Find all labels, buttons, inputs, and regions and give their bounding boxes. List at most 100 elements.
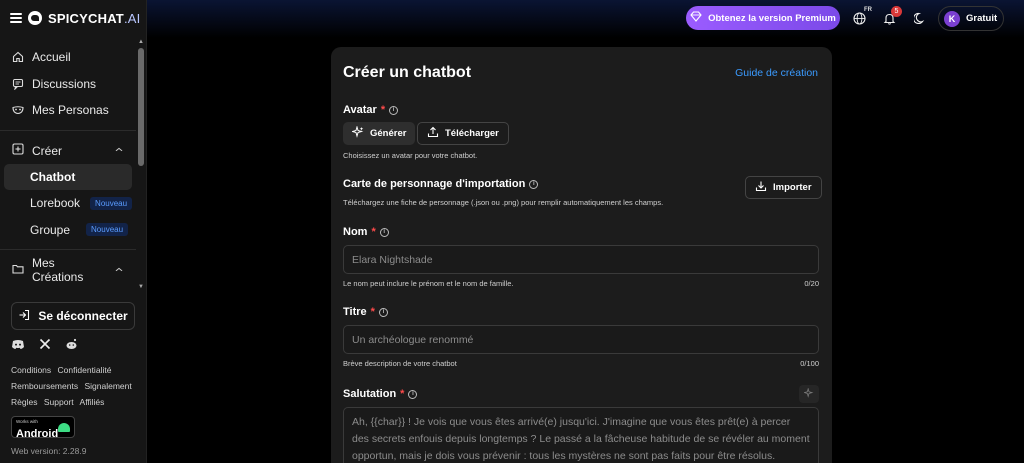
divider: [0, 129, 136, 131]
name-label: Nom * i: [343, 226, 389, 238]
logout-label: Se déconnecter: [38, 309, 128, 323]
sidebar-group-creer[interactable]: Créer: [0, 138, 136, 164]
chevron-up-icon: [114, 146, 124, 155]
social-links: [11, 338, 78, 353]
sidebar-item-accueil[interactable]: Accueil: [0, 44, 136, 71]
avatar-help: Choisissez un avatar pour votre chatbot.: [343, 151, 478, 160]
chat-icon: [12, 78, 24, 90]
plus-square-icon: [12, 143, 24, 158]
info-icon[interactable]: i: [389, 105, 399, 115]
title-counter: 0/100: [800, 359, 819, 368]
generate-label: Générer: [370, 128, 407, 139]
title-input[interactable]: Un archéologue renommé: [343, 325, 819, 354]
footer-links: Conditions Confidentialité Remboursement…: [11, 362, 141, 410]
sidebar-group-creations[interactable]: Mes Créations: [0, 256, 136, 284]
title-help: Brève description de votre chatbot: [343, 359, 457, 368]
upload-avatar-button[interactable]: Télécharger: [417, 122, 509, 145]
new-badge: Nouveau: [86, 223, 129, 237]
sidebar-item-label: Lorebook: [30, 196, 81, 211]
moon-icon[interactable]: [913, 11, 927, 25]
sidebar-group-label: Créer: [32, 143, 63, 158]
sidebar-item-chatbot[interactable]: Chatbot: [4, 163, 132, 190]
info-icon[interactable]: i: [529, 179, 539, 189]
account-button[interactable]: K Gratuit: [938, 6, 1004, 31]
brand-name[interactable]: SPICYCHAT.AI: [48, 11, 140, 26]
discord-icon[interactable]: [11, 339, 25, 353]
logout-button[interactable]: Se déconnecter: [11, 302, 135, 330]
link-confidentialite[interactable]: Confidentialité: [58, 365, 112, 375]
android-icon: [58, 423, 70, 432]
import-label: Carte de personnage d'importation i: [343, 178, 539, 190]
sparkle-icon: [350, 125, 364, 141]
upload-icon: [427, 126, 439, 141]
scroll-down-icon[interactable]: ▼: [138, 284, 144, 290]
premium-label: Obtenez la version Premium: [708, 12, 836, 24]
info-icon[interactable]: i: [379, 227, 389, 237]
chevron-up-icon: [114, 265, 124, 274]
mask-icon: [12, 104, 24, 116]
divider: [0, 249, 136, 250]
sidebar-item-label: Groupe: [30, 222, 71, 237]
android-badge[interactable]: Works with Android: [11, 416, 75, 440]
new-badge: Nouveau: [90, 196, 133, 210]
account-plan-label: Gratuit: [966, 13, 998, 24]
required-marker: *: [370, 306, 375, 318]
notification-badge: 5: [891, 6, 902, 17]
name-counter: 0/20: [804, 279, 819, 288]
name-help: Le nom peut inclure le prénom et le nom …: [343, 279, 514, 288]
diamond-icon: [690, 11, 702, 25]
sidebar-item-label: Accueil: [32, 50, 71, 65]
link-signalement[interactable]: Signalement: [84, 381, 131, 391]
avatar-label: Avatar * i: [343, 104, 399, 116]
language-code: FR: [864, 7, 872, 13]
link-affilies[interactable]: Affiliés: [80, 397, 105, 407]
info-icon[interactable]: i: [378, 307, 388, 317]
sidebar-item-label: Chatbot: [30, 169, 76, 184]
home-icon: [12, 51, 24, 63]
sidebar-item-label: Mes Personas: [32, 103, 109, 118]
download-icon: [755, 180, 767, 195]
required-marker: *: [371, 226, 376, 238]
sidebar-item-groupe[interactable]: Groupe Nouveau: [0, 217, 136, 244]
link-support[interactable]: Support: [44, 397, 74, 407]
logo-icon: [28, 11, 42, 25]
x-icon[interactable]: [39, 338, 51, 353]
import-help: Téléchargez une fiche de personnage (.js…: [343, 198, 664, 207]
link-conditions[interactable]: Conditions: [11, 365, 51, 375]
sidebar-nav: Accueil Discussions Mes Personas Créer C…: [0, 44, 136, 284]
generate-avatar-button[interactable]: Générer: [343, 122, 416, 145]
sidebar-group-label: Mes Créations: [32, 256, 84, 284]
name-input[interactable]: Elara Nightshade: [343, 245, 819, 274]
required-marker: *: [380, 104, 386, 116]
generate-greeting-button[interactable]: [799, 385, 819, 403]
folder-icon: [12, 263, 24, 278]
greeting-textarea[interactable]: Ah, {{char}} ! Je vois que vous êtes arr…: [343, 407, 819, 463]
link-remboursements[interactable]: Remboursements: [11, 381, 78, 391]
info-icon[interactable]: i: [408, 389, 418, 399]
sidebar-item-personas[interactable]: Mes Personas: [0, 97, 136, 124]
premium-button[interactable]: Obtenez la version Premium: [686, 6, 840, 30]
page-title: Créer un chatbot: [343, 64, 472, 81]
sparkle-icon: [802, 385, 814, 403]
title-label: Titre * i: [343, 306, 388, 318]
sidebar-item-label: Discussions: [32, 76, 97, 91]
scroll-up-icon[interactable]: ▲: [138, 39, 144, 45]
import-label-text: Importer: [773, 182, 812, 193]
logout-icon: [18, 309, 30, 324]
version-label: Web version: 2.28.9: [11, 446, 87, 456]
create-chatbot-form: Créer un chatbot Guide de création Avata…: [331, 47, 832, 463]
brand: SPICYCHAT.AI: [10, 8, 140, 28]
globe-icon[interactable]: [852, 11, 866, 25]
sidebar-item-lorebook[interactable]: Lorebook Nouveau: [0, 190, 136, 217]
link-regles[interactable]: Règles: [11, 397, 37, 407]
sidebar-item-discussions[interactable]: Discussions: [0, 71, 136, 98]
menu-icon[interactable]: [10, 13, 22, 23]
import-button[interactable]: Importer: [745, 176, 822, 199]
reddit-icon[interactable]: [65, 338, 78, 353]
sidebar-scrollbar[interactable]: [138, 48, 144, 166]
greeting-label: Salutation * i: [343, 388, 418, 400]
avatar: K: [944, 10, 960, 27]
creation-guide-link[interactable]: Guide de création: [735, 67, 818, 79]
required-marker: *: [400, 388, 405, 400]
upload-label: Télécharger: [445, 128, 499, 139]
